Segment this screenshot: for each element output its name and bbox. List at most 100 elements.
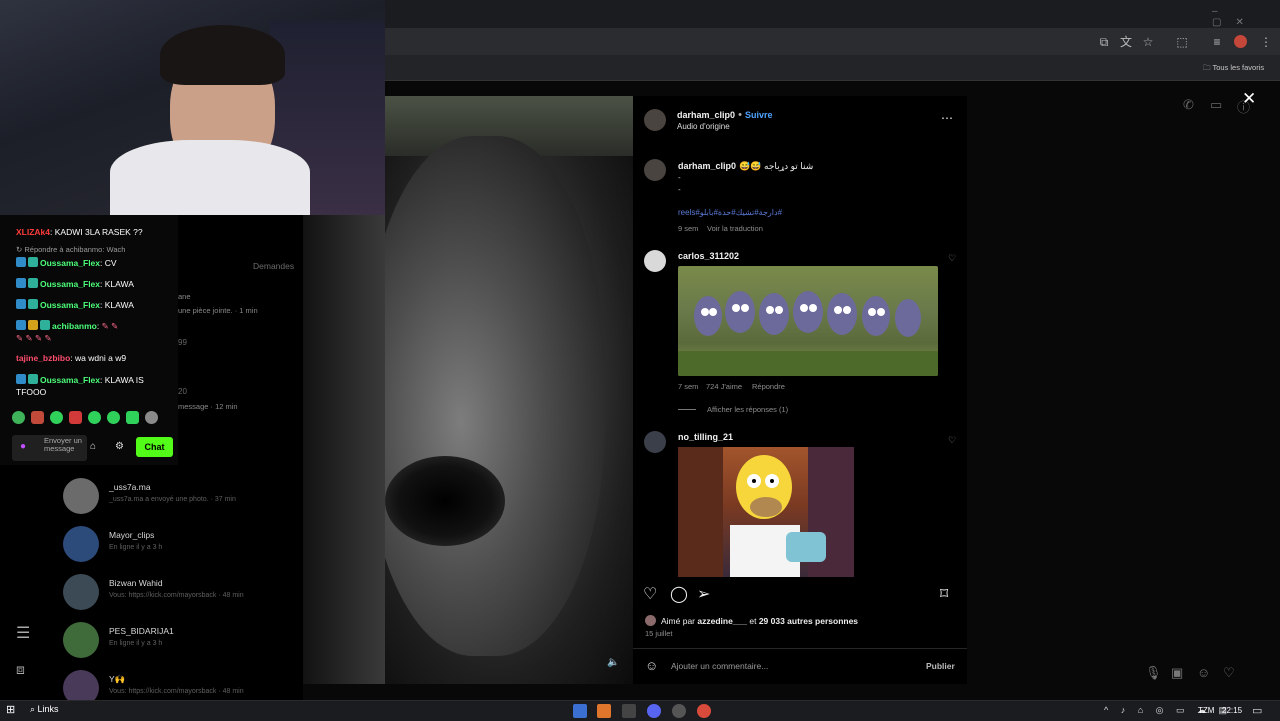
follow-button[interactable]: Suivre [745, 110, 773, 120]
clock[interactable]: 22:15 [1222, 706, 1242, 715]
app-icon[interactable] [647, 704, 661, 718]
publish-button[interactable]: Publier [926, 661, 955, 671]
homer-illustration [678, 447, 854, 577]
commenter-avatar[interactable] [644, 431, 666, 453]
dm-row[interactable]: PES_BIDARIJA1 En ligne il y a 3 h [63, 622, 298, 668]
hamburger-menu-icon[interactable]: ☰ [16, 623, 30, 643]
post-panel: darham_clip0 • Suivre Audio d'origine ⋯ … [633, 96, 967, 684]
chat-send-button[interactable]: Chat [136, 437, 173, 457]
emote-icon[interactable] [126, 411, 139, 424]
chat-input[interactable]: ● Envoyer un message [12, 435, 87, 461]
liker-avatar [645, 615, 656, 626]
caption-age: 9 sem [678, 224, 699, 233]
app-icon[interactable] [622, 704, 636, 718]
commenter-avatar[interactable] [644, 250, 666, 272]
sub-badge-icon [28, 374, 38, 384]
emote-icon[interactable] [145, 411, 158, 424]
like-icon[interactable]: ♡ [643, 586, 657, 604]
tab-strip: –▢✕ [385, 0, 1280, 28]
bookmark-icon[interactable]: ⌑ [940, 586, 948, 604]
media-icon[interactable]: ≡ [1210, 35, 1224, 49]
hashtags[interactable]: reels#دارجة#تشيك#حدة#بابلو# [678, 208, 782, 217]
dm-name: _uss7a.ma [109, 482, 151, 492]
notifications-icon[interactable]: ▭ [1252, 704, 1262, 717]
comment-user[interactable]: carlos_311202 [678, 251, 739, 261]
dm-row[interactable]: _uss7a.ma _uss7a.ma a envoyé une photo. … [63, 478, 298, 524]
extensions-icon[interactable]: ⬚ [1175, 35, 1189, 49]
chat-text: : KLAWA [100, 300, 134, 310]
comment-like-icon[interactable]: ♡ [948, 253, 956, 264]
chat-username[interactable]: achibanmo [52, 321, 97, 331]
chat-text-continued: TFOOO [16, 387, 47, 397]
mute-icon[interactable]: 🔈 [607, 657, 619, 668]
caption-user[interactable]: darham_clip0 [678, 161, 736, 171]
language-indicator[interactable]: TZM [1198, 706, 1214, 715]
address-bar[interactable]: ⧉ 文 ☆ ⬚ ≡ ⋮ [385, 28, 1280, 55]
emote-icon[interactable] [69, 411, 82, 424]
emote-icon: ✎ ✎ [101, 321, 119, 331]
app-icon[interactable] [672, 704, 686, 718]
requests-link[interactable]: Demandes [253, 261, 294, 271]
comment-likes[interactable]: 724 J'aime [706, 382, 742, 391]
reel-video[interactable]: 🔈 [385, 96, 633, 684]
chat-message: tajine_bzbibo: wa wdni a w9 [16, 353, 126, 363]
app-icon[interactable] [573, 704, 587, 718]
liked-by-count[interactable]: 29 033 autres personnes [759, 616, 858, 626]
all-bookmarks[interactable]: 🗀 Tous les favoris [1203, 62, 1264, 75]
more-options-icon[interactable]: ⋯ [941, 111, 953, 125]
dm-row[interactable]: Bizwan Wahid Vous: https://kick.com/mayo… [63, 574, 298, 620]
windows-taskbar: ⊞ ⌕ Links ^ ♪ ⌂ ◎ ▭ ☁ ▤ TZM 22:15 ▭ [0, 700, 1280, 721]
windows-start-icon[interactable]: ⊞ [6, 704, 18, 716]
emoji-icon[interactable]: ☺ [645, 658, 658, 673]
comment-reply-link[interactable]: Répondre [752, 382, 785, 391]
close-modal-icon[interactable]: ✕ [1242, 89, 1256, 109]
audio-label[interactable]: Audio d'origine [677, 122, 730, 131]
dm-row[interactable]: Mayor_clips En ligne il y a 3 h [63, 526, 298, 572]
author-avatar[interactable] [644, 109, 666, 131]
liked-by-line[interactable]: Aimé par azzedine___ et 29 033 autres pe… [661, 616, 858, 626]
search-box[interactable]: ⌕ Links [30, 704, 59, 715]
sub-badge-icon [28, 257, 38, 267]
search-label: Links [37, 704, 59, 714]
comment-input[interactable]: Ajouter un commentaire... [671, 661, 768, 671]
chat-username[interactable]: Oussama_Flex [40, 258, 100, 268]
install-icon[interactable]: ⧉ [1097, 35, 1111, 49]
stream-chat: XLIZAk4: KADWI 3LA RASEK ?? ↻ Répondre à… [0, 215, 178, 465]
liked-by-prefix: Aimé par [661, 616, 698, 626]
see-translation-link[interactable]: Voir la traduction [707, 224, 763, 233]
share-icon[interactable]: ➢ [697, 586, 710, 604]
meta-apps-icon[interactable]: ⧈ [16, 661, 25, 678]
chat-username[interactable]: Oussama_Flex [40, 279, 100, 289]
gift-icon[interactable]: ⌂ [90, 441, 96, 452]
comment-like-icon[interactable]: ♡ [948, 435, 956, 446]
window-controls[interactable]: –▢✕ [1212, 6, 1272, 28]
menu-icon[interactable]: ⋮ [1259, 35, 1273, 49]
settings-icon[interactable]: ⚙ [115, 441, 124, 452]
chat-message: XLIZAk4: KADWI 3LA RASEK ?? [16, 227, 143, 237]
profile-avatar[interactable] [1234, 35, 1247, 48]
dm-fragment: 20 [178, 387, 187, 396]
chrome-icon[interactable] [697, 704, 711, 718]
comment-icon[interactable]: ◯ [670, 586, 688, 604]
translate-icon[interactable]: 文 [1119, 35, 1133, 49]
view-replies-link[interactable]: Afficher les réponses (1) [707, 405, 788, 414]
emote-icon[interactable] [50, 411, 63, 424]
comment-user[interactable]: no_tilling_21 [678, 432, 733, 442]
post-author[interactable]: darham_clip0 [677, 110, 735, 120]
emote-bar[interactable] [12, 411, 162, 425]
emote-icon[interactable] [31, 411, 44, 424]
chat-text: : KLAWA [100, 279, 134, 289]
app-icon[interactable] [597, 704, 611, 718]
emote-icon[interactable] [12, 411, 25, 424]
emote-icon[interactable] [88, 411, 101, 424]
chat-username[interactable]: Oussama_Flex [40, 375, 100, 385]
chat-username[interactable]: tajine_bzbibo [16, 353, 70, 363]
microphone-icon[interactable]: ● [20, 441, 26, 452]
chat-text: : KADWI 3LA RASEK ?? [50, 227, 143, 237]
liked-by-user[interactable]: azzedine___ [697, 616, 747, 626]
chat-username[interactable]: XLIZAk4 [16, 227, 50, 237]
chat-username[interactable]: Oussama_Flex [40, 300, 100, 310]
avatar [63, 478, 99, 514]
emote-icon[interactable] [107, 411, 120, 424]
star-icon[interactable]: ☆ [1141, 35, 1155, 49]
